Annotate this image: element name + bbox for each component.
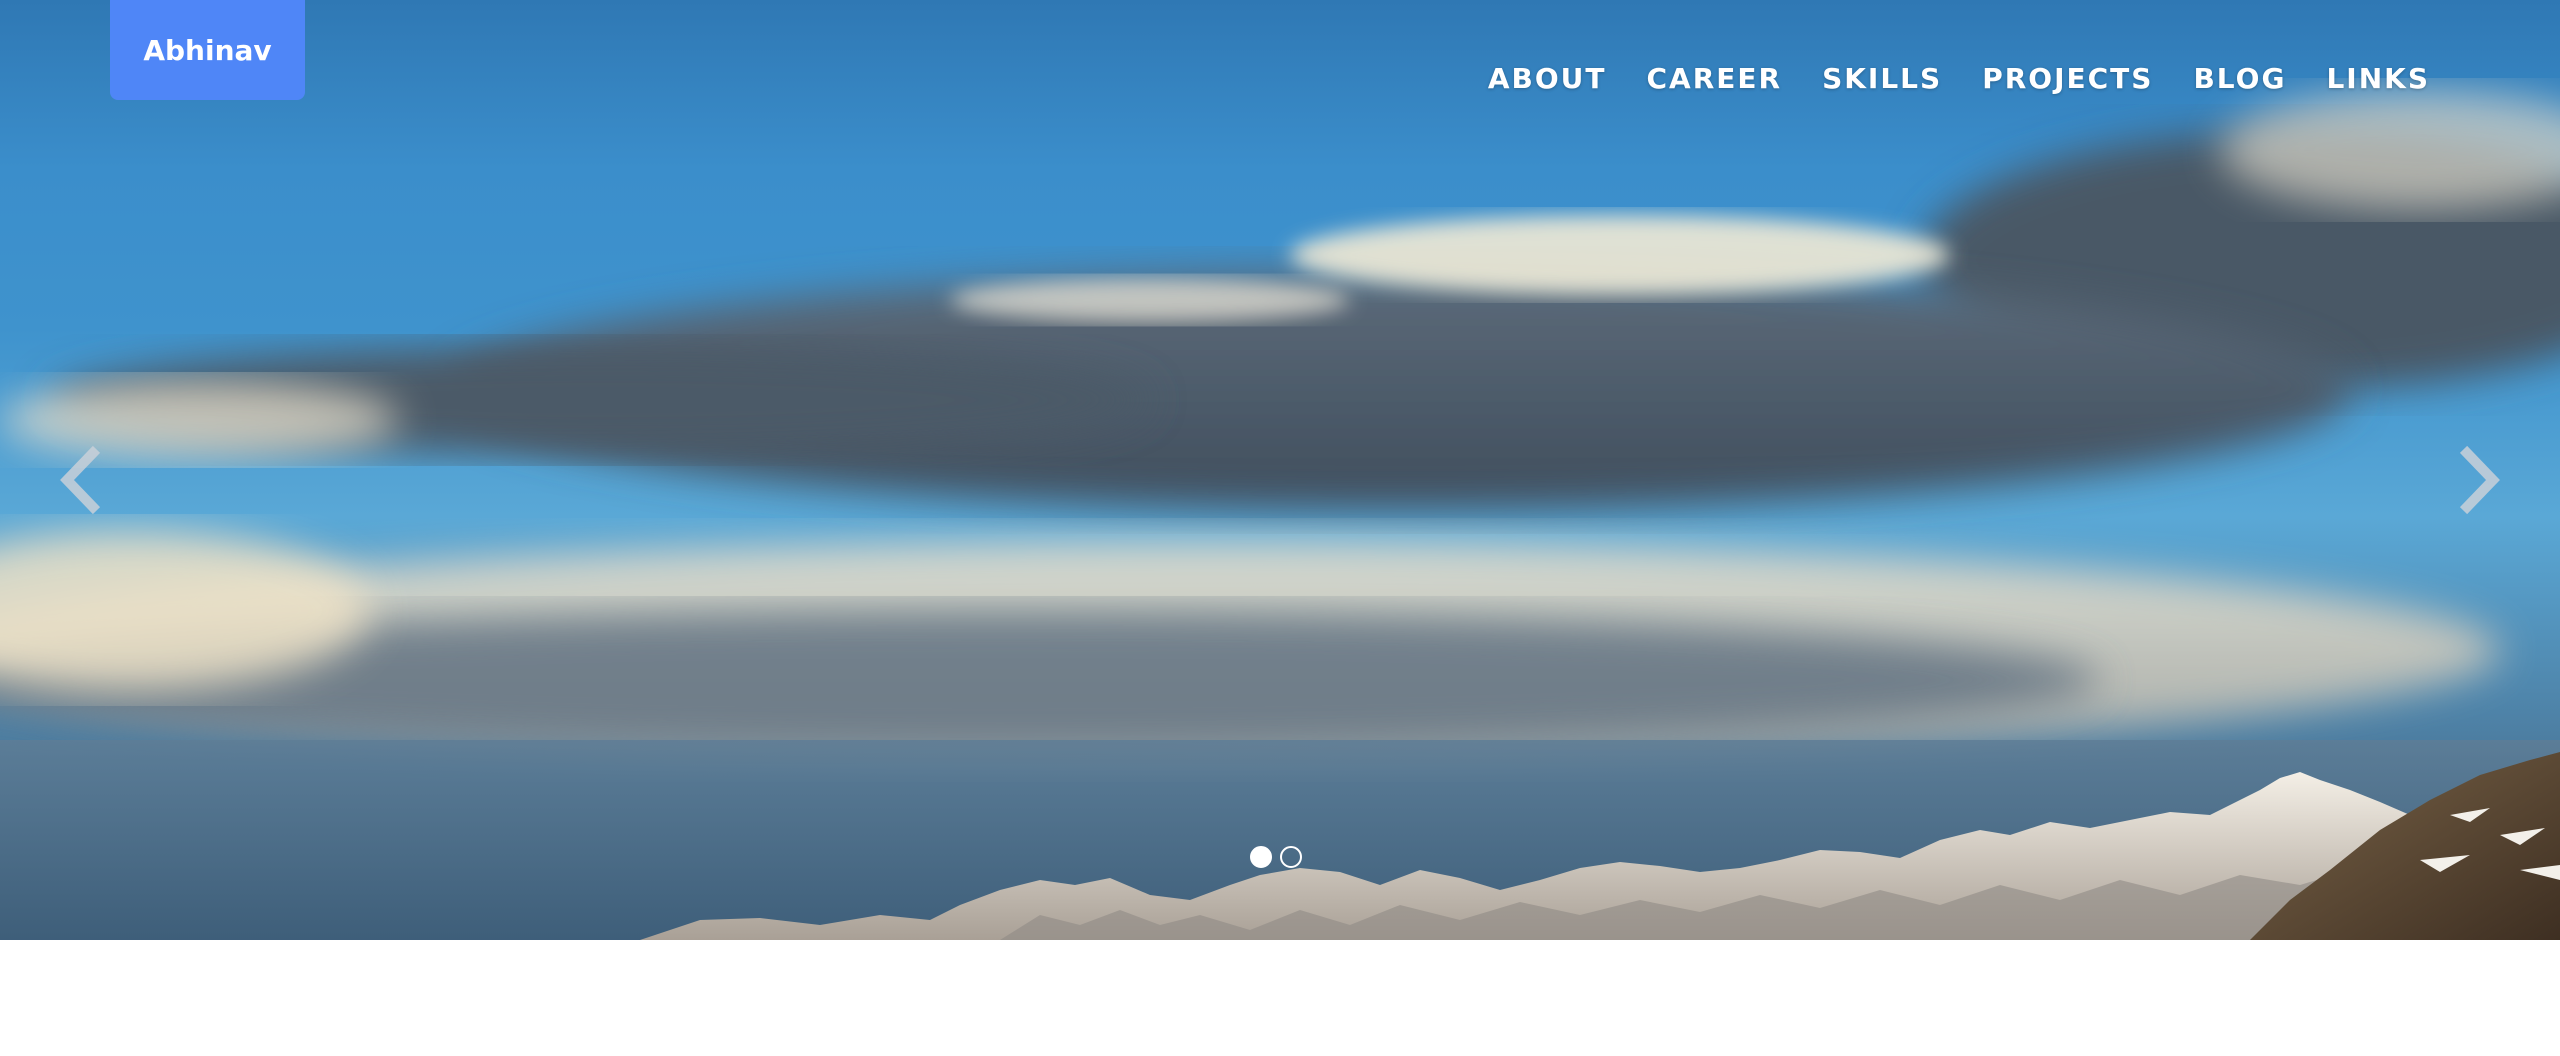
nav-item-career[interactable]: CAREER bbox=[1646, 62, 1782, 95]
carousel-next-button[interactable] bbox=[2440, 440, 2520, 520]
hero-background-image bbox=[0, 90, 2560, 940]
nav-item-blog[interactable]: BLOG bbox=[2193, 62, 2286, 95]
carousel-prev-button[interactable] bbox=[40, 440, 120, 520]
carousel-indicators bbox=[1250, 846, 1302, 868]
chevron-left-icon bbox=[60, 445, 101, 515]
hero-carousel: Abhinav ABOUT CAREER SKILLS PROJECTS BLO… bbox=[0, 0, 2560, 940]
nav-item-about[interactable]: ABOUT bbox=[1488, 62, 1607, 95]
page: Abhinav ABOUT CAREER SKILLS PROJECTS BLO… bbox=[0, 0, 2560, 1056]
carousel-indicator-1[interactable] bbox=[1250, 846, 1272, 868]
nav-item-links[interactable]: LINKS bbox=[2326, 62, 2430, 95]
chevron-right-icon bbox=[2459, 445, 2500, 515]
carousel-indicator-2[interactable] bbox=[1280, 846, 1302, 868]
brand-logo[interactable]: Abhinav bbox=[110, 0, 305, 100]
main-nav: ABOUT CAREER SKILLS PROJECTS BLOG LINKS bbox=[1488, 62, 2430, 95]
nav-item-projects[interactable]: PROJECTS bbox=[1982, 62, 2153, 95]
nav-item-skills[interactable]: SKILLS bbox=[1822, 62, 1942, 95]
